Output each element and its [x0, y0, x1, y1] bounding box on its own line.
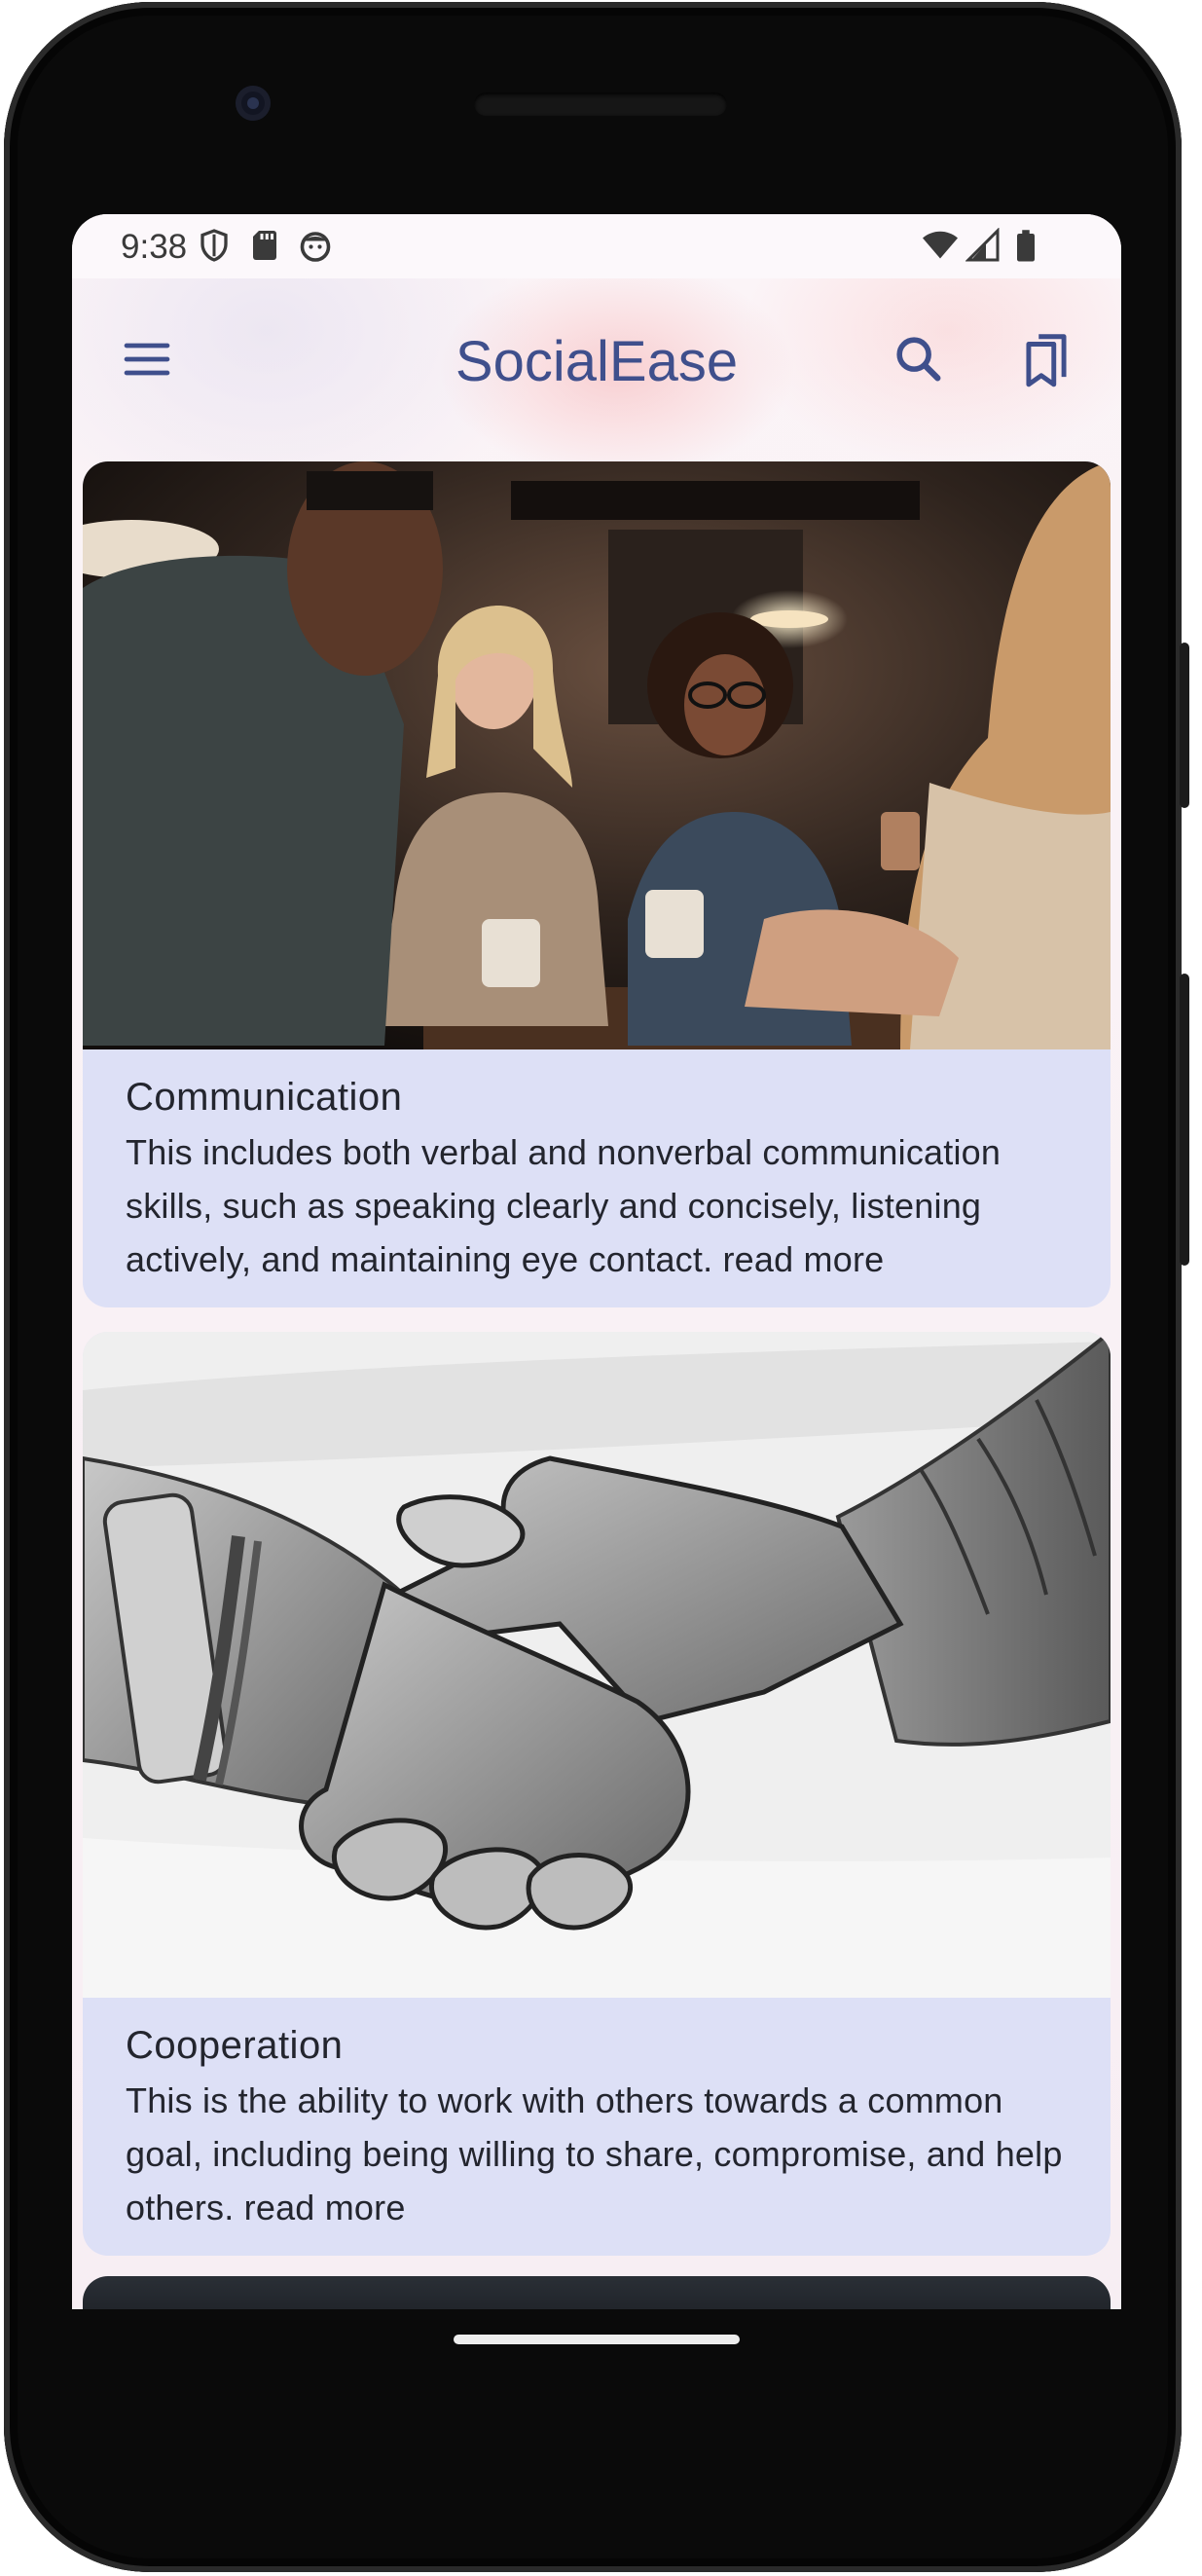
friends-chatting-photo [83, 461, 1111, 1049]
app-title: SocialEase [455, 330, 739, 393]
power-button [1180, 643, 1189, 808]
wifi-icon [923, 231, 958, 259]
front-camera [236, 86, 271, 121]
next-card-peek[interactable] [83, 2276, 1111, 2309]
read-more-link[interactable]: read more [244, 2188, 406, 2227]
skill-card-cooperation[interactable]: Cooperation This is the ability to work … [83, 1332, 1111, 2256]
card-title: Communication [126, 1076, 403, 1119]
bookmarks-icon [1026, 334, 1067, 387]
top-app-bar: SocialEase [72, 278, 1121, 440]
app-screen: 9:38 SocialEase Communication This inclu… [72, 214, 1121, 2309]
volume-button [1180, 974, 1189, 1266]
card-title: Cooperation [126, 2024, 344, 2067]
card-description: This includes both verbal and nonverbal … [126, 1125, 1068, 1286]
handshake-sketch [83, 1332, 1111, 1998]
shield-icon [200, 229, 228, 262]
read-more-link[interactable]: read more [722, 1239, 884, 1279]
status-time: 9:38 [121, 228, 188, 266]
face-icon [300, 232, 331, 262]
signal-icon [965, 228, 1000, 262]
search-button[interactable] [885, 325, 953, 393]
battery-icon [1017, 230, 1035, 262]
sd-card-icon [253, 231, 276, 260]
status-bar: 9:38 [72, 214, 1121, 278]
cooperation-image [83, 1332, 1111, 1998]
card-description: This is the ability to work with others … [126, 2074, 1068, 2234]
communication-image [83, 461, 1111, 1049]
gesture-nav-bar[interactable] [454, 2335, 740, 2344]
bookmarks-button[interactable] [1012, 325, 1080, 393]
phone-frame: 9:38 SocialEase Communication This inclu… [4, 2, 1182, 2572]
earpiece-speaker [474, 92, 727, 116]
skill-card-communication[interactable]: Communication This includes both verbal … [83, 461, 1111, 1307]
search-icon [896, 337, 941, 382]
